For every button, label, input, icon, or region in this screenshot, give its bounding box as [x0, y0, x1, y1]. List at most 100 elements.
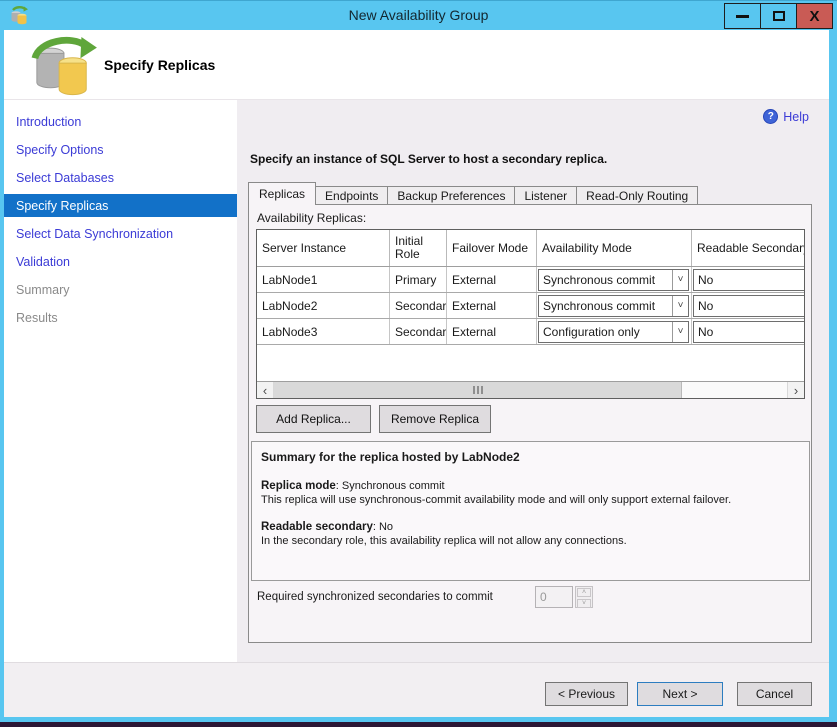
table-row[interactable]: LabNode1 Primary External Synchronous co…: [257, 267, 805, 293]
readable-secondary-description: In the secondary role, this availability…: [261, 534, 800, 548]
tab-replicas[interactable]: Replicas: [248, 182, 316, 205]
sidebar-item-select-data-synchronization[interactable]: Select Data Synchronization: [4, 220, 237, 248]
window-title: New Availability Group: [0, 7, 837, 23]
help-link[interactable]: ? Help: [763, 109, 809, 124]
replica-mode-value: : Synchronous commit: [336, 480, 445, 492]
column-server-instance[interactable]: Server Instance: [257, 230, 390, 266]
chevron-down-icon[interactable]: ˅: [672, 322, 688, 342]
cell-server-instance: LabNode1: [257, 267, 390, 292]
scroll-left-icon[interactable]: ‹: [257, 382, 274, 398]
page-title: Specify Replicas: [104, 57, 215, 73]
thumb-grip-icon: [477, 386, 479, 394]
spin-down-icon: ˅: [577, 599, 591, 608]
replicas-tab-page: Availability Replicas: Server Instance I…: [248, 204, 812, 643]
cell-availability-mode: Synchronous commit ˅: [537, 293, 692, 318]
sidebar-item-results: Results: [4, 304, 237, 332]
minimize-icon: [736, 15, 749, 18]
instruction-text: Specify an instance of SQL Server to hos…: [250, 152, 607, 166]
window-controls: x: [725, 3, 833, 29]
minimize-button[interactable]: [724, 3, 761, 29]
cell-failover-mode: External: [447, 293, 537, 318]
cell-readable-secondary: No: [692, 319, 805, 344]
availability-mode-dropdown[interactable]: Configuration only ˅: [538, 321, 689, 343]
column-failover-mode[interactable]: Failover Mode: [447, 230, 537, 266]
readable-secondary-line: Readable secondary: No: [261, 520, 800, 534]
sidebar-item-validation[interactable]: Validation: [4, 248, 237, 276]
help-label: Help: [783, 110, 809, 124]
next-button[interactable]: Next >: [637, 682, 723, 706]
chevron-down-icon[interactable]: ˅: [672, 296, 688, 316]
wizard-content: ? Help Specify an instance of SQL Server…: [237, 100, 829, 662]
cell-readable-secondary: No: [692, 293, 805, 318]
scroll-right-icon[interactable]: ›: [787, 382, 804, 398]
cell-readable-secondary: No: [692, 267, 805, 292]
readable-secondary-dropdown[interactable]: No: [693, 321, 805, 343]
cell-server-instance: LabNode3: [257, 319, 390, 344]
required-secondaries-label: Required synchronized secondaries to com…: [257, 591, 535, 603]
cancel-button[interactable]: Cancel: [737, 682, 812, 706]
sidebar-item-specify-options[interactable]: Specify Options: [4, 136, 237, 164]
summary-title: Summary for the replica hosted by LabNod…: [261, 450, 800, 464]
titlebar[interactable]: New Availability Group x: [0, 0, 837, 30]
table-row[interactable]: LabNode3 Secondary External Configuratio…: [257, 319, 805, 345]
readable-secondary-label: Readable secondary: [261, 521, 373, 533]
close-icon: x: [809, 9, 819, 24]
add-replica-button[interactable]: Add Replica...: [256, 405, 371, 433]
replicas-table: Server Instance Initial Role Failover Mo…: [256, 229, 805, 399]
cell-availability-mode: Configuration only ˅: [537, 319, 692, 344]
availability-group-icon: [26, 35, 100, 97]
sidebar-item-summary: Summary: [4, 276, 237, 304]
cell-initial-role: Primary: [390, 267, 447, 292]
dropdown-value: Synchronous commit: [539, 270, 672, 290]
required-secondaries-input: 0: [535, 586, 573, 608]
horizontal-scrollbar[interactable]: ‹ ›: [257, 381, 804, 398]
close-button[interactable]: x: [796, 3, 833, 29]
cell-failover-mode: External: [447, 267, 537, 292]
availability-mode-dropdown[interactable]: Synchronous commit ˅: [538, 269, 689, 291]
tab-read-only-routing[interactable]: Read-Only Routing: [576, 186, 698, 205]
sidebar-item-select-databases[interactable]: Select Databases: [4, 164, 237, 192]
spin-up-icon: ˄: [577, 588, 591, 597]
table-header-row: Server Instance Initial Role Failover Mo…: [257, 230, 805, 267]
wizard-footer: < Previous Next > Cancel: [4, 662, 829, 717]
wizard-header: Specify Replicas: [4, 30, 829, 100]
desktop-edge: [0, 722, 837, 727]
column-initial-role[interactable]: Initial Role: [390, 230, 447, 266]
dropdown-value: No: [694, 322, 805, 342]
column-availability-mode[interactable]: Availability Mode: [537, 230, 692, 266]
thumb-grip-icon: [481, 386, 483, 394]
wizard-steps-sidebar: Introduction Specify Options Select Data…: [4, 100, 237, 662]
tab-listener[interactable]: Listener: [514, 186, 577, 205]
cell-initial-role: Secondary: [390, 293, 447, 318]
sidebar-item-specify-replicas[interactable]: Specify Replicas: [4, 194, 237, 217]
required-secondaries-stepper: ˄ ˅: [575, 586, 593, 608]
replica-mode-line: Replica mode: Synchronous commit: [261, 479, 800, 493]
availability-mode-dropdown[interactable]: Synchronous commit ˅: [538, 295, 689, 317]
readable-secondary-dropdown[interactable]: No: [693, 295, 805, 317]
window-border-right: [829, 30, 837, 717]
cell-initial-role: Secondary: [390, 319, 447, 344]
cell-server-instance: LabNode2: [257, 293, 390, 318]
cell-availability-mode: Synchronous commit ˅: [537, 267, 692, 292]
maximize-button[interactable]: [760, 3, 797, 29]
dropdown-value: No: [694, 270, 805, 290]
tab-endpoints[interactable]: Endpoints: [315, 186, 388, 205]
dropdown-value: No: [694, 296, 805, 316]
table-row[interactable]: LabNode2 Secondary External Synchronous …: [257, 293, 805, 319]
replica-summary-panel: Summary for the replica hosted by LabNod…: [251, 441, 810, 581]
previous-button[interactable]: < Previous: [545, 682, 628, 706]
required-secondaries-row: Required synchronized secondaries to com…: [257, 586, 593, 608]
help-icon: ?: [763, 109, 778, 124]
dropdown-value: Synchronous commit: [539, 296, 672, 316]
cell-failover-mode: External: [447, 319, 537, 344]
chevron-down-icon[interactable]: ˅: [672, 270, 688, 290]
replica-mode-label: Replica mode: [261, 480, 336, 492]
scrollbar-thumb[interactable]: [274, 382, 682, 398]
maximize-icon: [773, 11, 785, 21]
sidebar-item-introduction[interactable]: Introduction: [4, 108, 237, 136]
tab-strip: Replicas Endpoints Backup Preferences Li…: [248, 182, 697, 205]
readable-secondary-dropdown[interactable]: No: [693, 269, 805, 291]
column-readable-secondary[interactable]: Readable Secondary: [692, 230, 805, 266]
tab-backup-preferences[interactable]: Backup Preferences: [387, 186, 515, 205]
remove-replica-button[interactable]: Remove Replica: [379, 405, 491, 433]
